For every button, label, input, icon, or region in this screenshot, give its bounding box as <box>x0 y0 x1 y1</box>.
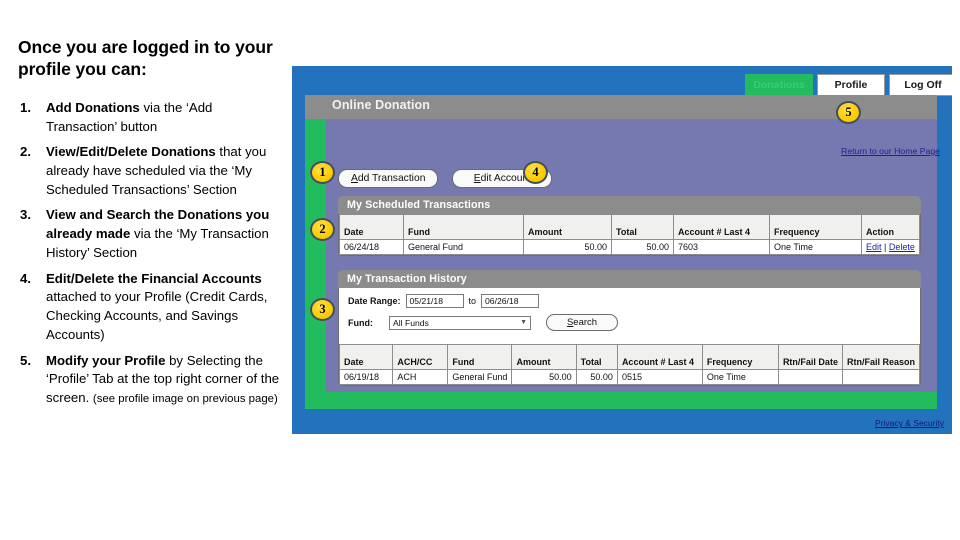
tab-profile[interactable]: Profile <box>817 74 885 96</box>
col-amount: Amount <box>511 344 577 370</box>
callout-badge-5-label: 5 <box>845 105 852 119</box>
list-item-4-rest: attached to your Profile (Credit Cards, … <box>46 289 268 342</box>
col-amount: Amount <box>523 214 612 240</box>
callout-badge-1: 1 <box>310 161 335 184</box>
col-frequency: Frequency <box>769 214 862 240</box>
date-range-label: Date Range: <box>348 296 401 306</box>
action-separator: | <box>884 242 887 252</box>
app-title: Online Donation <box>332 98 431 112</box>
list-item-5-bold: Modify your Profile <box>46 352 166 368</box>
cell-account-last4: 7603 <box>673 239 770 255</box>
slide-canvas: Once you are logged in to your profile y… <box>0 0 960 540</box>
instructions-column: Once you are logged in to your profile y… <box>18 36 286 415</box>
cell-frequency: One Time <box>701 369 779 385</box>
tab-donations[interactable]: Donations <box>745 74 813 96</box>
col-rtn-fail-date: Rtn/Fail Date <box>777 344 843 370</box>
col-date: Date <box>339 214 404 240</box>
cell-frequency: One Time <box>769 239 862 255</box>
tab-donations-label: Donations <box>753 79 805 91</box>
col-fund: Fund <box>403 214 524 240</box>
search-button-label: Search <box>566 317 598 328</box>
transaction-history-table: Date ACH/CC Fund Amount Total Account # … <box>338 344 921 385</box>
col-total: Total <box>611 214 674 240</box>
table-row: 06/24/18 General Fund 50.00 50.00 7603 O… <box>339 239 920 255</box>
tab-log-off[interactable]: Log Off <box>889 74 952 96</box>
list-item-4-bold: Edit/Delete the Financial Accounts <box>46 270 262 286</box>
cell-fund: General Fund <box>447 369 513 385</box>
col-account-last4: Account # Last 4 <box>673 214 770 240</box>
callout-badge-3-label: 3 <box>319 302 326 316</box>
cell-rtn-fail-date <box>777 369 843 385</box>
list-item-5-note: (see profile image on previous page) <box>92 393 278 406</box>
callout-badge-4: 4 <box>523 161 548 184</box>
list-item-4: Edit/Delete the Financial Accounts attac… <box>18 270 286 345</box>
table-row: 06/19/18 ACH General Fund 50.00 50.00 05… <box>338 369 921 385</box>
col-frequency: Frequency <box>701 344 779 370</box>
scheduled-transactions-title: My Scheduled Transactions <box>338 196 921 214</box>
nav-tabs: Donations Profile Log Off <box>745 74 952 96</box>
date-to-input[interactable]: 06/26/18 <box>481 294 540 308</box>
callout-badge-1-label: 1 <box>319 165 326 179</box>
toolbar: Add Transaction Edit Account <box>338 169 553 188</box>
privacy-security-link[interactable]: Privacy & Security <box>875 418 944 428</box>
cell-total: 50.00 <box>611 239 674 255</box>
delete-link[interactable]: Delete <box>889 242 915 252</box>
transaction-history-panel: My Transaction History Date Range: 05/21… <box>338 270 921 386</box>
list-item-1: Add Donations via the ‘Add Transaction’ … <box>18 99 286 136</box>
list-item-2: View/Edit/Delete Donations that you alre… <box>18 143 286 199</box>
fund-select[interactable]: All Funds ▼ <box>389 315 531 330</box>
col-action: Action <box>861 214 920 240</box>
list-item-1-bold: Add Donations <box>46 99 140 115</box>
add-transaction-button[interactable]: Add Transaction <box>338 169 439 188</box>
col-date: Date <box>338 344 394 370</box>
table-header-row: Date Fund Amount Total Account # Last 4 … <box>339 214 920 240</box>
cell-date: 06/19/18 <box>338 369 394 385</box>
scheduled-transactions-panel: My Scheduled Transactions Date Fund Amou… <box>338 196 921 256</box>
table-header-row: Date ACH/CC Fund Amount Total Account # … <box>338 344 921 370</box>
cell-account-last4: 0515 <box>616 369 703 385</box>
col-total: Total <box>575 344 618 370</box>
callout-badge-5: 5 <box>836 101 861 124</box>
col-rtn-fail-reason: Rtn/Fail Reason <box>841 344 921 370</box>
cell-ach-cc: ACH <box>392 369 449 385</box>
scheduled-transactions-table: Date Fund Amount Total Account # Last 4 … <box>339 214 920 255</box>
cell-amount: 50.00 <box>523 239 612 255</box>
date-from-input[interactable]: 05/21/18 <box>405 294 464 308</box>
col-account-last4: Account # Last 4 <box>616 344 703 370</box>
scheduled-transactions-body: Date Fund Amount Total Account # Last 4 … <box>338 214 921 256</box>
list-item-3: View and Search the Donations you alread… <box>18 206 286 262</box>
add-transaction-label: Add Transaction <box>351 173 426 184</box>
cell-total: 50.00 <box>575 369 618 385</box>
callout-badge-3: 3 <box>310 298 335 321</box>
list-item-5: Modify your Profile by Selecting the ‘Pr… <box>18 352 286 408</box>
cell-action: Edit | Delete <box>861 239 920 255</box>
history-search-form: Date Range: 05/21/18 to 06/26/18 Fund: A… <box>339 288 920 344</box>
fund-filter-row: Fund: All Funds ▼ Search <box>348 314 911 331</box>
cell-fund: General Fund <box>403 239 524 255</box>
search-button[interactable]: Search <box>546 314 618 331</box>
callout-badge-2: 2 <box>310 218 335 241</box>
edit-link[interactable]: Edit <box>866 242 882 252</box>
page-title: Once you are logged in to your profile y… <box>18 37 273 80</box>
callout-badge-4-label: 4 <box>532 165 539 179</box>
col-fund: Fund <box>447 344 513 370</box>
cell-date: 06/24/18 <box>339 239 404 255</box>
fund-select-value: All Funds <box>393 317 429 328</box>
col-ach-cc: ACH/CC <box>392 344 449 370</box>
tab-profile-label: Profile <box>834 79 868 91</box>
to-label: to <box>468 296 477 306</box>
list-item-2-bold: View/Edit/Delete Donations <box>46 144 216 160</box>
tab-log-off-label: Log Off <box>904 79 942 91</box>
transaction-history-body: Date Range: 05/21/18 to 06/26/18 Fund: A… <box>338 288 921 386</box>
callout-badge-2-label: 2 <box>319 222 326 236</box>
transaction-history-title: My Transaction History <box>338 270 921 288</box>
date-range-row: Date Range: 05/21/18 to 06/26/18 <box>348 294 911 308</box>
return-home-link[interactable]: Return to our Home Page <box>841 146 940 156</box>
cell-rtn-fail-reason <box>841 369 921 385</box>
chevron-down-icon: ▼ <box>520 319 527 326</box>
instruction-list: Add Donations via the ‘Add Transaction’ … <box>18 99 286 408</box>
fund-label: Fund: <box>348 317 373 328</box>
cell-amount: 50.00 <box>511 369 577 385</box>
